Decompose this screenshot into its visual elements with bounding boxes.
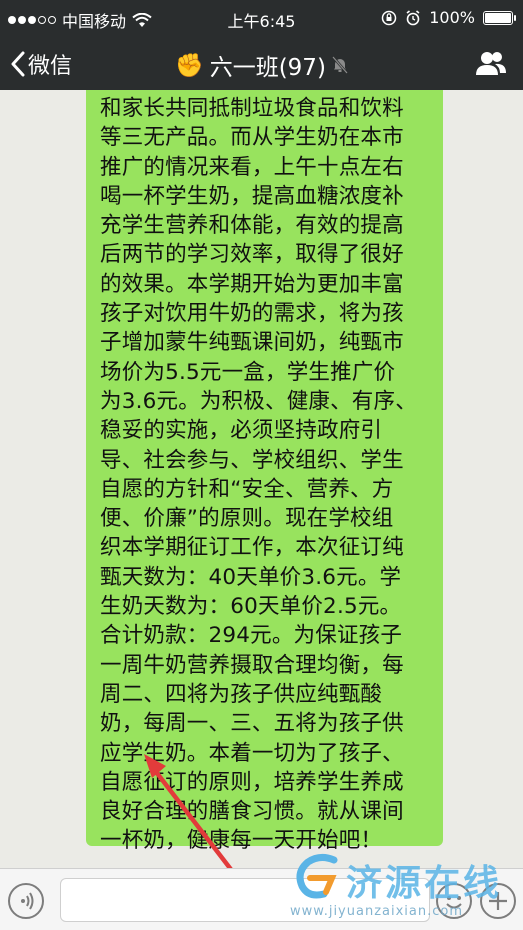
- message-line: 周二、四将为孩子供应纯甄酸: [100, 681, 383, 707]
- message-line: 为3.6元。为积极、健康、有序、: [100, 388, 417, 414]
- battery-percent: 100%: [429, 8, 475, 27]
- voice-icon: [21, 892, 34, 910]
- message-line: 便、价廉”的原则。现在学校组: [100, 506, 394, 532]
- message-line: 的效果。本学期开始为更加丰富: [100, 271, 404, 297]
- message-line: 孩子对饮用牛奶的需求，将为孩: [100, 301, 404, 327]
- message-line: 场价为5.5元一盒，学生推广价: [100, 359, 396, 385]
- message-line: 自愿的方针和“安全、营养、方: [100, 476, 394, 502]
- status-right: 100%: [381, 8, 516, 27]
- nav-bar: 微信 ✊ 六一班(97): [0, 36, 523, 90]
- watermark-logo-icon: [296, 853, 338, 899]
- message-line: 和家长共同抵制垃圾食品和饮料: [100, 96, 404, 121]
- battery-icon: [483, 10, 516, 25]
- group-name: 六一班(97): [209, 55, 326, 81]
- message-line: 后两节的学习效率，取得了很好: [100, 242, 404, 268]
- message-line: 喝一杯学生奶，提高血糖浓度补: [100, 183, 404, 209]
- mute-icon: [331, 56, 348, 74]
- group-members-button[interactable]: [475, 50, 507, 80]
- message-line: 奶，每周一、三、五将为孩子供: [100, 711, 404, 737]
- fist-emoji-icon: ✊: [175, 52, 204, 79]
- message-bubble[interactable]: 和家长共同抵制垃圾食品和饮料 等三无产品。而从学生奶在本市 推广的情况来看，上午十点…: [86, 90, 443, 853]
- watermark-text: 济源在线: [346, 863, 503, 904]
- message-line: 等三无产品。而从学生奶在本市: [100, 125, 404, 151]
- status-bar: 中国移动 上午6:45 100%: [0, 0, 523, 36]
- message-line: 推广的情况来看，上午十点左右: [100, 154, 404, 180]
- message-text: 和家长共同抵制垃圾食品和饮料 等三无产品。而从学生奶在本市 推广的情况来看，上午十点…: [100, 90, 433, 856]
- message-line: 合计奶款：294元。为保证孩子: [100, 623, 403, 649]
- voice-button[interactable]: [8, 883, 44, 919]
- chat-area[interactable]: 和家长共同抵制垃圾食品和饮料 等三无产品。而从学生奶在本市 推广的情况来看，上午十点…: [0, 90, 523, 868]
- message-line: 导、社会参与、学校组织、学生: [100, 447, 404, 473]
- message-line: 充学生营养和体能，有效的提高: [100, 213, 404, 239]
- message-line: 子增加蒙牛纯甄课间奶，纯甄市: [100, 330, 404, 356]
- watermark-url: www.jiyuanzaixian.com: [290, 904, 464, 919]
- red-arrow-icon: [144, 754, 239, 879]
- alarm-icon: [406, 9, 420, 25]
- message-line: 一周牛奶营养摄取合理均衡，每: [100, 652, 404, 678]
- rotation-lock-icon: [382, 10, 397, 25]
- message-line: 稳妥的实施，必须坚持政府引: [100, 418, 383, 444]
- group-members-icon: [476, 52, 506, 75]
- message-line: 甄天数为：40天单价3.6元。学: [100, 564, 402, 590]
- message-line: 织本学期征订工作，本次征订纯: [100, 535, 404, 561]
- watermark: 济源在线 www.jiyuanzaixian.com: [290, 852, 520, 922]
- chat-title: ✊ 六一班(97): [0, 48, 523, 82]
- message-line: 生奶天数为：60天单价2.5元。: [100, 594, 402, 620]
